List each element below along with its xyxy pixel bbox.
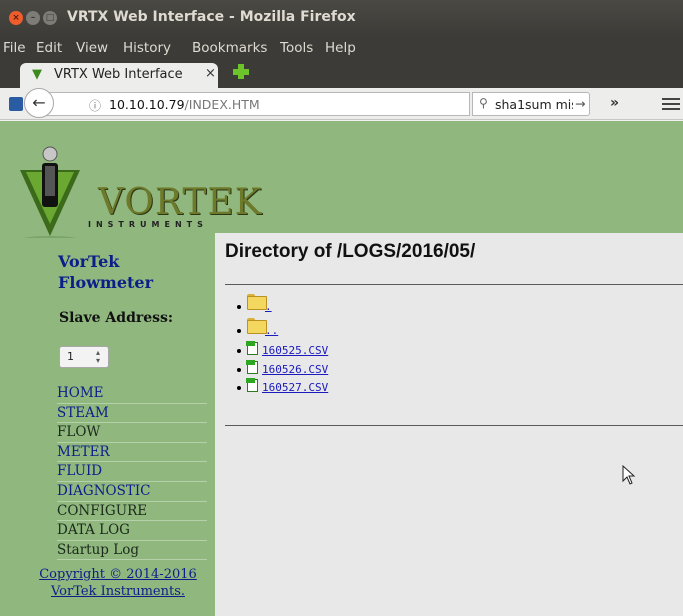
navigation-bar: ⓘ 10.10.10.79/INDEX.HTM ↻ ← ⚲ sha1sum mi…	[0, 88, 683, 120]
url-host: 10.10.10.79	[109, 97, 185, 112]
url-path: /INDEX.HTM	[184, 97, 260, 112]
vortek-logo: VORTEK INSTRUMENTS	[20, 136, 262, 244]
bullet	[237, 349, 241, 353]
vortek-favicon-icon: ▼	[32, 67, 42, 82]
tab-strip: ▼ VRTX Web Interface ×	[0, 60, 683, 88]
sidebar-toggle-icon[interactable]	[9, 97, 23, 111]
menu-help[interactable]: Help	[325, 40, 356, 56]
back-button[interactable]: ←	[24, 88, 54, 118]
nav-diagnostic[interactable]: DIAGNOSTIC	[57, 482, 207, 502]
logo-wordmark: VORTEK	[98, 182, 263, 223]
folder-icon[interactable]	[247, 293, 267, 310]
copyright-line-1: Copyright © 2014-2016	[39, 567, 197, 582]
menu-file[interactable]: File	[3, 40, 26, 56]
bullet	[237, 386, 241, 390]
close-window-icon[interactable]: ×	[9, 11, 23, 25]
csv-file-icon[interactable]	[246, 359, 258, 374]
stepper-arrows-icon[interactable]: ▴ ▾	[96, 349, 100, 365]
nav-flow[interactable]: FLOW	[57, 423, 207, 443]
copyright-link[interactable]: Copyright © 2014-2016 VorTek Instruments…	[28, 566, 208, 600]
nav-meter[interactable]: METER	[57, 443, 207, 463]
hamburger-menu-icon[interactable]	[662, 98, 680, 110]
file-link[interactable]: 160525.CSV	[262, 344, 328, 357]
bullet	[237, 367, 241, 372]
info-icon[interactable]: ⓘ	[89, 97, 101, 114]
maximize-window-icon[interactable]: □	[43, 11, 57, 25]
menu-bar: File Edit View History Bookmarks Tools H…	[0, 38, 683, 60]
folder-link-current[interactable]: .	[265, 300, 272, 313]
browser-window: × – □ VRTX Web Interface - Mozilla Firef…	[0, 0, 683, 616]
csv-file-icon[interactable]	[246, 378, 258, 392]
close-tab-icon[interactable]: ×	[205, 66, 216, 81]
sidebar: VorTek Flowmeter Slave Address: 1 ▴ ▾ HOM…	[0, 234, 215, 616]
overflow-menu-icon[interactable]: »	[610, 95, 619, 111]
menu-edit[interactable]: Edit	[36, 40, 62, 56]
url-bar[interactable]: ⓘ 10.10.10.79/INDEX.HTM ↻	[30, 92, 486, 116]
menu-view[interactable]: View	[76, 40, 108, 56]
nav-startup-log[interactable]: Startup Log	[57, 541, 207, 561]
search-text: sha1sum mismatch	[495, 97, 573, 112]
slave-address-label: Slave Address:	[59, 310, 174, 326]
directory-content: Directory of /LOGS/2016/05/ . .. 160525.…	[215, 233, 683, 616]
page-title: Directory of /LOGS/2016/05/	[225, 241, 476, 262]
nav-data-log[interactable]: DATA LOG	[57, 521, 207, 541]
minimize-window-icon[interactable]: –	[26, 11, 40, 25]
new-tab-icon[interactable]	[233, 63, 249, 79]
tab-vrtx[interactable]: ▼ VRTX Web Interface ×	[20, 63, 218, 88]
divider-bottom	[225, 425, 683, 426]
bullet	[237, 329, 241, 333]
logo-tagline: INSTRUMENTS	[88, 220, 208, 229]
nav-fluid[interactable]: FLUID	[57, 462, 207, 482]
menu-bookmarks[interactable]: Bookmarks	[192, 40, 267, 56]
search-go-icon[interactable]: →	[575, 96, 585, 111]
brand-line-1: VorTek	[58, 252, 120, 271]
divider-top	[225, 284, 683, 285]
search-input[interactable]: ⚲ sha1sum mismatch →	[472, 92, 590, 116]
slave-address-value: 1	[67, 350, 74, 363]
copyright-line-2: VorTek Instruments.	[50, 584, 185, 599]
tab-title: VRTX Web Interface	[54, 67, 183, 82]
bullet	[237, 305, 241, 309]
window-title: VRTX Web Interface - Mozilla Firefox	[67, 9, 356, 25]
nav-home[interactable]: HOME	[57, 384, 207, 404]
title-bar: × – □ VRTX Web Interface - Mozilla Firef…	[0, 0, 683, 38]
brand-line-2: Flowmeter	[58, 273, 153, 292]
nav-configure[interactable]: CONFIGURE	[57, 502, 207, 522]
nav-steam[interactable]: STEAM	[57, 404, 207, 424]
folder-icon[interactable]	[247, 317, 267, 334]
menu-history[interactable]: History	[123, 40, 171, 56]
folder-link-parent[interactable]: ..	[265, 324, 278, 337]
mouse-pointer-icon	[622, 465, 636, 485]
sidebar-nav: HOME STEAM FLOW METER FLUID DIAGNOSTIC C…	[57, 384, 207, 561]
menu-tools[interactable]: Tools	[280, 40, 313, 56]
url-text[interactable]: 10.10.10.79/INDEX.HTM	[109, 97, 260, 112]
file-link[interactable]: 160526.CSV	[262, 363, 328, 376]
slave-address-stepper[interactable]: 1 ▴ ▾	[59, 346, 109, 368]
csv-file-icon[interactable]	[246, 341, 258, 355]
brand-title: VorTek Flowmeter	[58, 251, 153, 293]
search-icon: ⚲	[479, 96, 488, 110]
file-link[interactable]: 160527.CSV	[262, 381, 328, 394]
web-page: VORTEK INSTRUMENTS VorTek Flowmeter Slav…	[0, 121, 683, 616]
